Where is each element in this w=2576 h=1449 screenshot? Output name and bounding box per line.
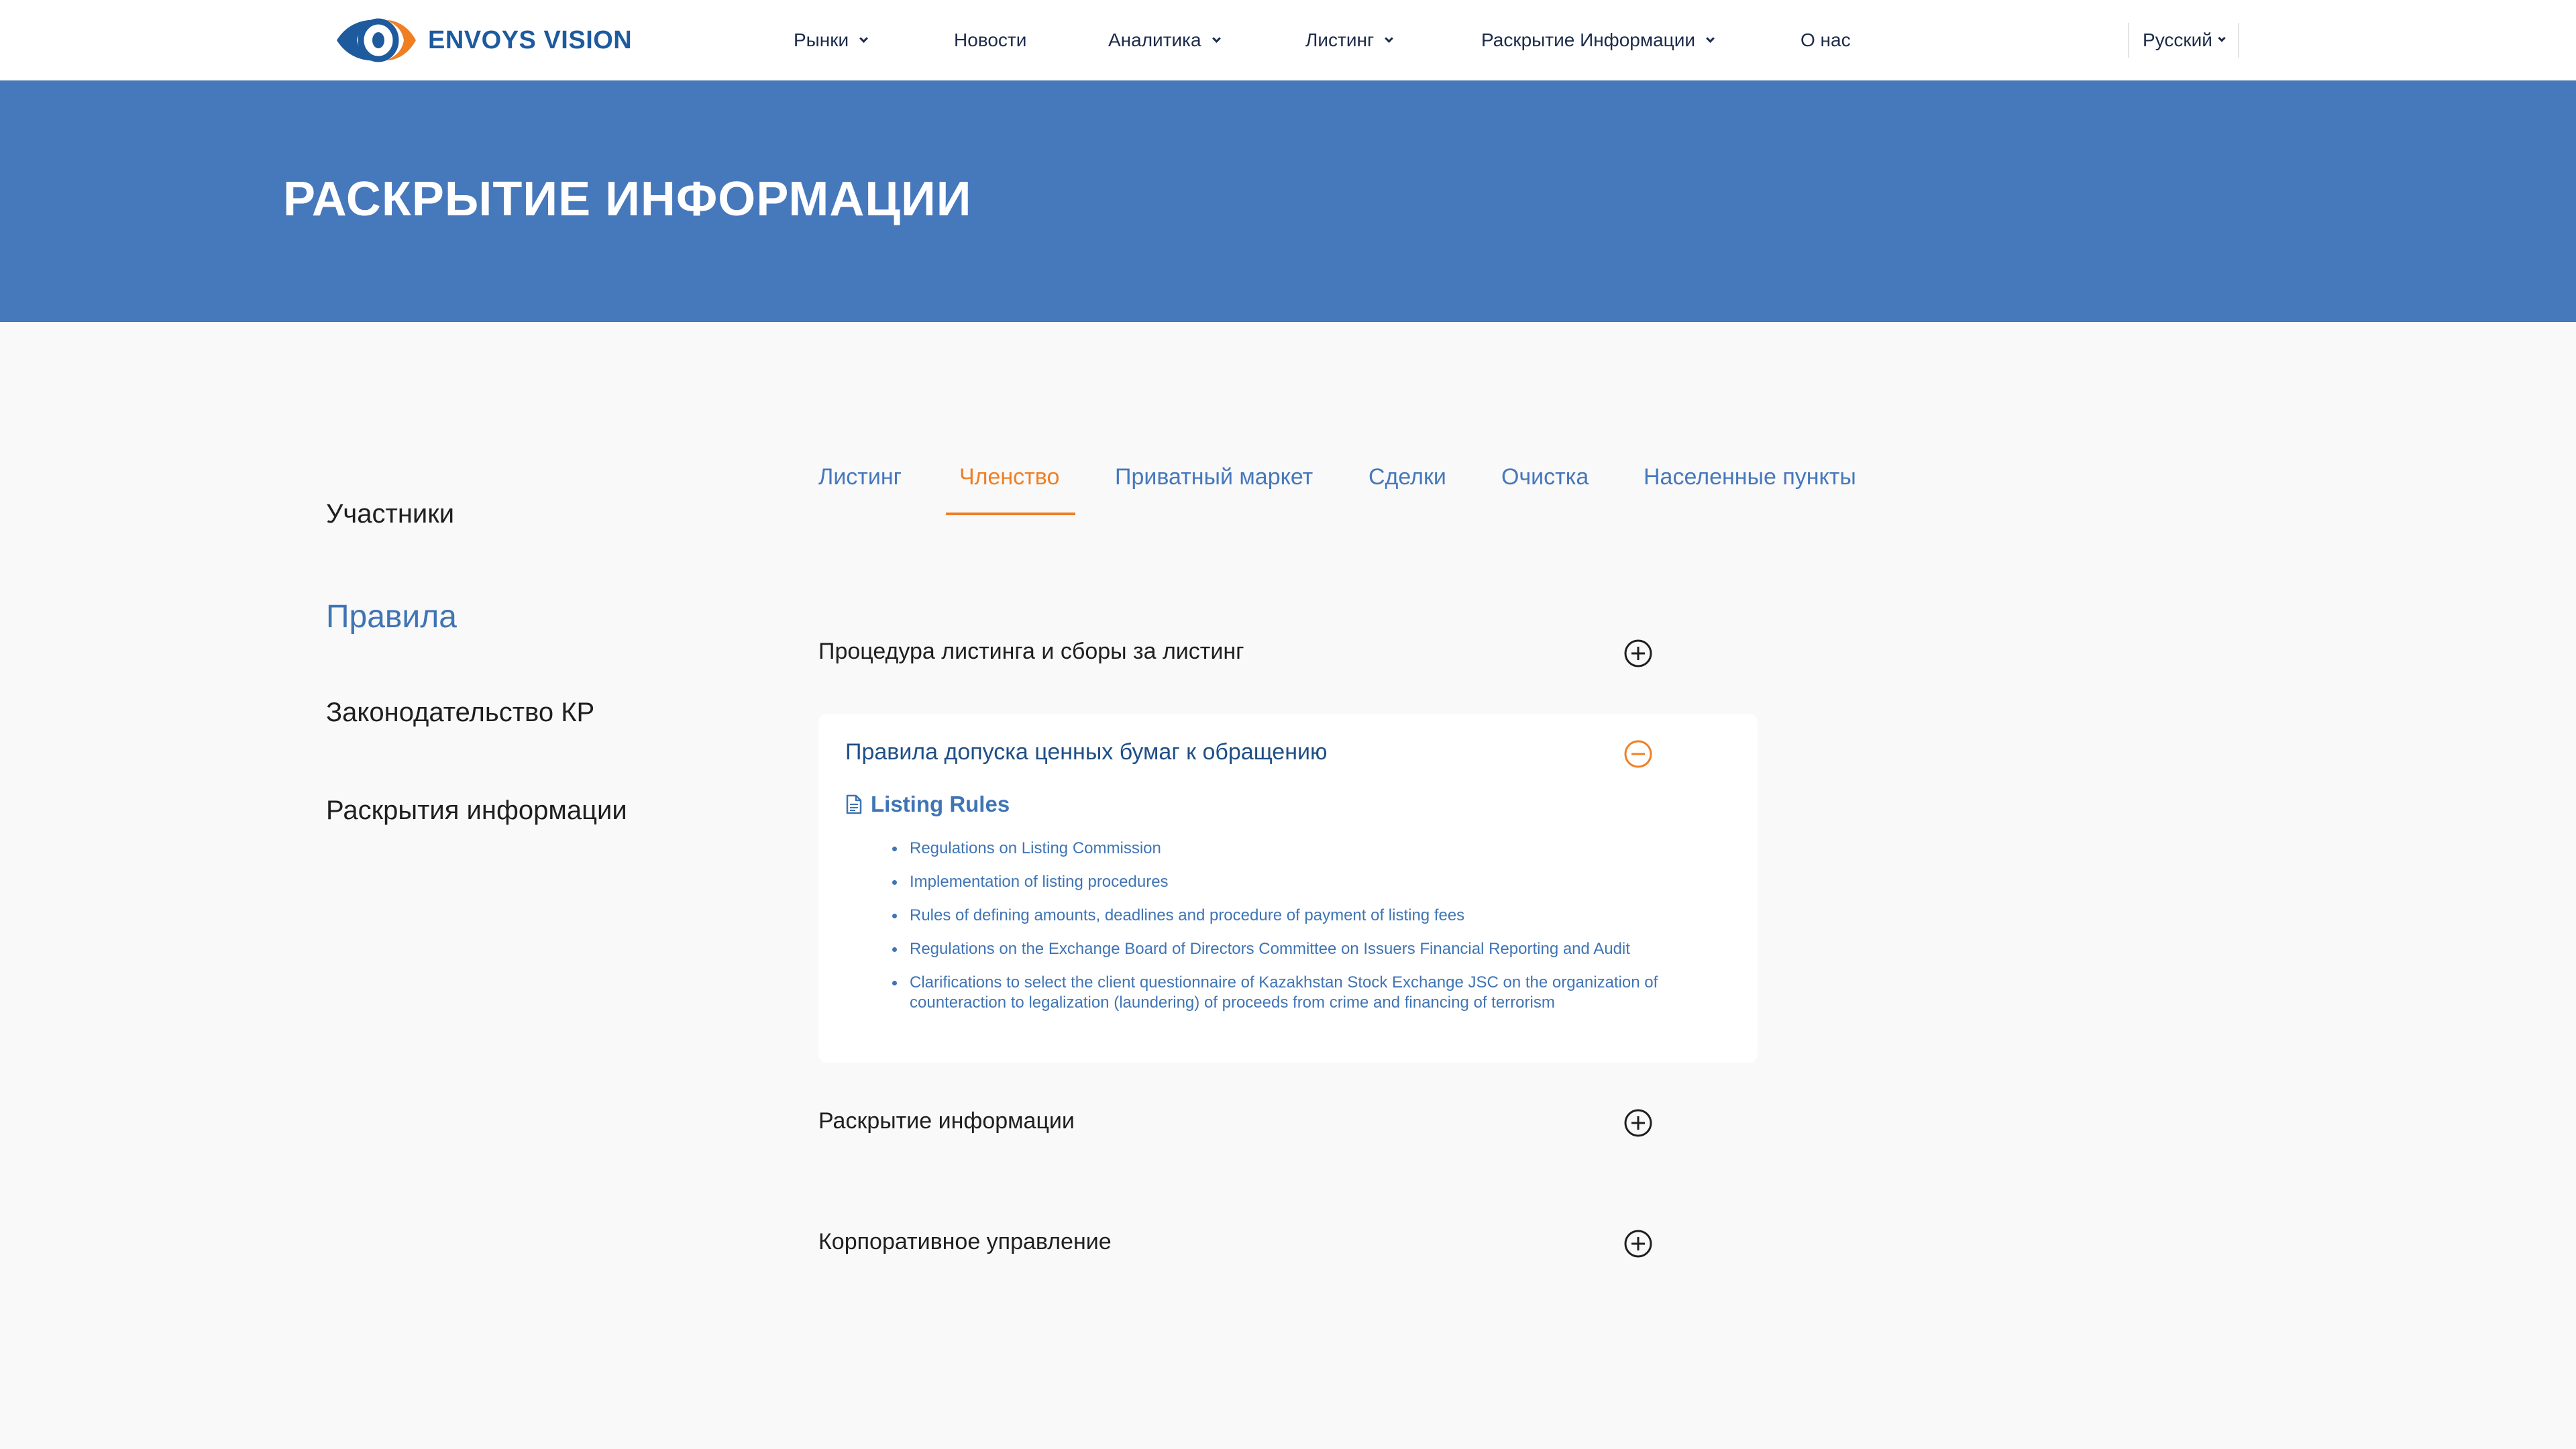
active-tab-indicator <box>946 513 1075 515</box>
chevron-down-icon <box>2218 34 2226 42</box>
chevron-down-icon <box>859 34 869 43</box>
nav-about[interactable]: О нас <box>1801 25 1851 55</box>
accordion-title-listing-procedure[interactable]: Процедура листинга и сборы за листинг <box>818 639 1244 665</box>
page-banner: РАСКРЫТИЕ ИНФОРМАЦИИ <box>0 80 2576 322</box>
nav-about-label: О нас <box>1801 30 1851 50</box>
sidebar-item-disclosures[interactable]: Раскрытия информации <box>326 796 627 826</box>
sidebar-item-legislation[interactable]: Законодательство КР <box>326 698 594 728</box>
nav-disclosure-label: Раскрытие Информации <box>1481 30 1695 50</box>
page-title: РАСКРЫТИЕ ИНФОРМАЦИИ <box>283 172 972 226</box>
nav-listing-label: Листинг <box>1305 30 1375 50</box>
plus-circle-icon[interactable] <box>1623 639 1653 668</box>
accordion-title-admission-rules[interactable]: Правила допуска ценных бумаг к обращению <box>845 739 1327 765</box>
nav-analytics-label: Аналитика <box>1108 30 1201 50</box>
list-item[interactable]: Regulations on Listing Commission <box>892 839 1724 859</box>
top-header: ENVOYS VISION Рынки Новости Аналитика Ли… <box>0 0 2576 80</box>
tab-membership[interactable]: Членство <box>959 464 1059 490</box>
nav-listing[interactable]: Листинг <box>1305 25 1394 55</box>
sidebar-item-rules[interactable]: Правила <box>326 598 457 635</box>
language-selector[interactable]: Русский <box>2128 23 2239 58</box>
list-item[interactable]: Regulations on the Exchange Board of Dir… <box>892 939 1724 959</box>
brand-name: ENVOYS VISION <box>428 25 633 54</box>
plus-circle-icon[interactable] <box>1623 1108 1653 1138</box>
nav-news-label: Новости <box>954 30 1027 50</box>
list-item[interactable]: Clarifications to select the client ques… <box>892 973 1724 1013</box>
sidebar-item-participants[interactable]: Участники <box>326 499 454 529</box>
nav-markets[interactable]: Рынки <box>794 25 869 55</box>
listing-rules-title: Listing Rules <box>871 792 1010 816</box>
accordion-title-governance[interactable]: Корпоративное управление <box>818 1229 1112 1255</box>
listing-rules-list: Regulations on Listing Commission Implem… <box>892 839 1724 1026</box>
accordion-title-disclosure[interactable]: Раскрытие информации <box>818 1108 1075 1134</box>
chevron-down-icon <box>1385 34 1394 43</box>
brand-logo[interactable]: ENVOYS VISION <box>334 16 632 64</box>
list-item[interactable]: Implementation of listing procedures <box>892 872 1724 892</box>
tab-private-market[interactable]: Приватный маркет <box>1115 464 1313 490</box>
minus-circle-icon[interactable] <box>1623 739 1653 769</box>
nav-markets-label: Рынки <box>794 30 849 50</box>
plus-circle-icon[interactable] <box>1623 1229 1653 1258</box>
document-icon <box>846 794 862 814</box>
eye-logo-icon <box>337 18 416 62</box>
nav-analytics[interactable]: Аналитика <box>1108 25 1221 55</box>
tab-listing[interactable]: Листинг <box>818 464 902 490</box>
nav-disclosure[interactable]: Раскрытие Информации <box>1481 25 1715 55</box>
listing-rules-link[interactable]: Listing Rules <box>845 792 1010 817</box>
tab-clearing[interactable]: Очистка <box>1501 464 1589 490</box>
chevron-down-icon <box>1212 34 1221 43</box>
tab-deals[interactable]: Сделки <box>1368 464 1446 490</box>
language-label: Русский <box>2143 30 2212 50</box>
tab-settlements[interactable]: Населенные пункты <box>1644 464 1856 490</box>
chevron-down-icon <box>1706 34 1715 43</box>
nav-news[interactable]: Новости <box>954 25 1026 55</box>
list-item[interactable]: Rules of defining amounts, deadlines and… <box>892 906 1724 926</box>
